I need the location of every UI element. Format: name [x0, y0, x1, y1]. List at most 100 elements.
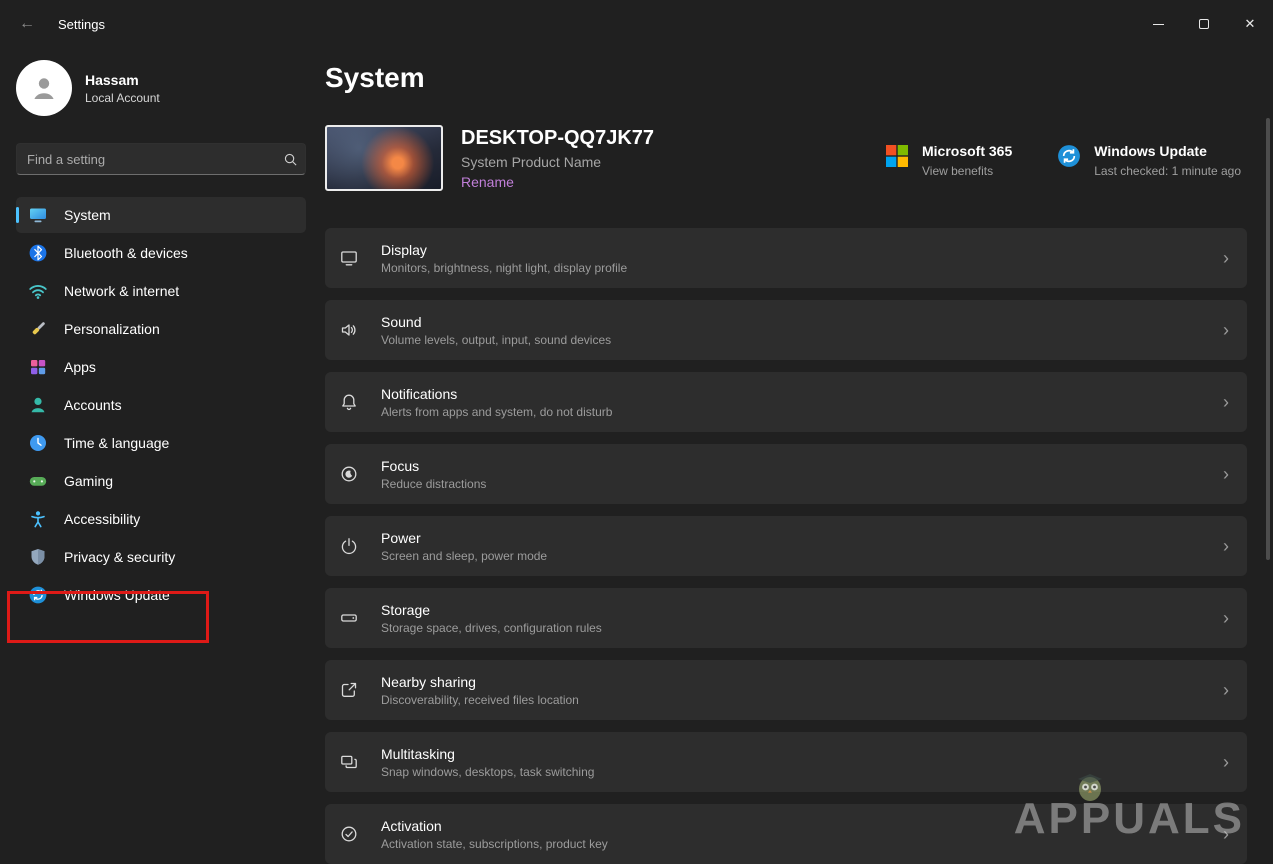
sidebar-item-time-language[interactable]: Time & language — [16, 425, 306, 461]
close-icon: ✕ — [1244, 16, 1256, 31]
back-button[interactable]: ← — [10, 9, 44, 39]
row-title: Sound — [381, 313, 422, 330]
settings-row-storage[interactable]: Storage Storage space, drives, configura… — [325, 588, 1247, 648]
window-title: Settings — [58, 16, 105, 32]
focus-icon — [339, 464, 375, 484]
sidebar-item-label: Bluetooth & devices — [64, 245, 188, 261]
row-subtitle: Volume levels, output, input, sound devi… — [381, 332, 612, 347]
gaming-icon — [28, 471, 48, 491]
sidebar-item-label: Accessibility — [64, 511, 141, 527]
sidebar-item-label: Time & language — [64, 435, 170, 451]
device-header: DESKTOP-QQ7JK77 System Product Name Rena… — [325, 124, 1247, 192]
settings-row-display[interactable]: Display Monitors, brightness, night ligh… — [325, 228, 1247, 288]
search-input[interactable] — [17, 151, 275, 167]
chevron-right-icon: › — [1223, 320, 1229, 340]
sidebar-item-bluetooth-devices[interactable]: Bluetooth & devices — [16, 235, 306, 271]
bluetooth-icon — [28, 243, 48, 263]
search-icon[interactable] — [275, 152, 305, 167]
window-controls: ✕ — [1135, 0, 1273, 48]
user-name: Hassam — [85, 71, 139, 88]
user-profile[interactable]: Hassam Local Account — [16, 60, 306, 116]
sound-icon — [339, 320, 375, 340]
row-subtitle: Reduce distractions — [381, 476, 487, 491]
minimize-button[interactable] — [1135, 0, 1181, 48]
storage-icon — [339, 608, 375, 628]
device-product-name: System Product Name — [461, 153, 602, 170]
watermark-text: APPUALS — [1013, 794, 1245, 843]
row-subtitle: Alerts from apps and system, do not dist… — [381, 404, 613, 419]
row-title: Power — [381, 529, 421, 546]
sidebar: Hassam Local Account Find a setting Syst… — [0, 48, 322, 864]
quick-link-title: Windows Update — [1094, 142, 1207, 159]
row-title: Display — [381, 241, 427, 258]
vertical-scrollbar[interactable] — [1266, 118, 1270, 560]
accessibility-icon — [28, 509, 48, 529]
row-subtitle: Storage space, drives, configuration rul… — [381, 620, 602, 635]
settings-row-sound[interactable]: Sound Volume levels, output, input, soun… — [325, 300, 1247, 360]
main-content: System DESKTOP-QQ7JK77 System Product Na… — [322, 48, 1273, 864]
sidebar-item-privacy-security[interactable]: Privacy & security — [16, 539, 306, 575]
row-title: Focus — [381, 457, 420, 474]
rename-link[interactable]: Rename — [461, 174, 654, 190]
accounts-icon — [28, 395, 48, 415]
chevron-right-icon: › — [1223, 680, 1229, 700]
owl-logo-icon — [1072, 770, 1108, 802]
close-button[interactable]: ✕ — [1227, 0, 1273, 48]
chevron-right-icon: › — [1223, 608, 1229, 628]
chevron-right-icon: › — [1223, 536, 1229, 556]
row-title: Multitasking — [381, 745, 455, 762]
sidebar-item-accessibility[interactable]: Accessibility — [16, 501, 306, 537]
quick-link-windows-update[interactable]: Windows Update Last checked: 1 minute ag… — [1056, 139, 1241, 178]
apps-icon — [28, 357, 48, 377]
page-title: System — [325, 62, 425, 93]
personalization-icon — [28, 319, 48, 339]
row-subtitle: Monitors, brightness, night light, displ… — [381, 260, 628, 275]
time-language-icon — [28, 433, 48, 453]
sidebar-item-label: Windows Update — [64, 587, 170, 603]
maximize-icon — [1199, 19, 1209, 29]
sidebar-item-gaming[interactable]: Gaming — [16, 463, 306, 499]
user-account-type: Local Account — [85, 90, 160, 105]
settings-row-power[interactable]: Power Screen and sleep, power mode › — [325, 516, 1247, 576]
sidebar-item-label: Personalization — [64, 321, 160, 337]
quick-link-subtitle: Last checked: 1 minute ago — [1094, 163, 1241, 178]
sidebar-item-label: Accounts — [64, 397, 122, 413]
sidebar-item-label: System — [64, 207, 111, 223]
multitasking-icon — [339, 752, 375, 772]
shield-icon — [28, 547, 48, 567]
settings-row-nearby-sharing[interactable]: Nearby sharing Discoverability, received… — [325, 660, 1247, 720]
windows-update-icon — [28, 585, 48, 605]
device-thumbnail — [325, 125, 443, 191]
chevron-right-icon: › — [1223, 392, 1229, 412]
display-icon — [339, 248, 375, 268]
sidebar-item-personalization[interactable]: Personalization — [16, 311, 306, 347]
sidebar-item-apps[interactable]: Apps — [16, 349, 306, 385]
bell-icon — [339, 392, 375, 412]
share-icon — [339, 680, 375, 700]
row-subtitle: Screen and sleep, power mode — [381, 548, 548, 563]
quick-link-title: Microsoft 365 — [921, 142, 1013, 159]
quick-link-subtitle[interactable]: View benefits — [922, 164, 1012, 178]
microsoft-365-icon — [884, 143, 910, 169]
chevron-right-icon: › — [1223, 464, 1229, 484]
chevron-right-icon: › — [1223, 248, 1229, 268]
sidebar-item-label: Gaming — [64, 473, 114, 489]
quick-link-microsoft-365[interactable]: Microsoft 365 View benefits — [884, 139, 1012, 178]
sidebar-item-label: Network & internet — [64, 283, 180, 299]
settings-row-notifications[interactable]: Notifications Alerts from apps and syste… — [325, 372, 1247, 432]
sidebar-item-system[interactable]: System — [16, 197, 306, 233]
settings-list: Display Monitors, brightness, night ligh… — [325, 228, 1247, 864]
settings-row-multitasking[interactable]: Multitasking Snap windows, desktops, tas… — [325, 732, 1247, 792]
settings-window: ← Settings ✕ Hassam Local Account Find a… — [0, 0, 1273, 864]
maximize-button[interactable] — [1181, 0, 1227, 48]
sidebar-item-network-internet[interactable]: Network & internet — [16, 273, 306, 309]
sidebar-item-windows-update[interactable]: Windows Update — [16, 577, 306, 613]
search-box — [16, 143, 306, 175]
person-icon — [34, 78, 54, 99]
sidebar-item-accounts[interactable]: Accounts — [16, 387, 306, 423]
avatar — [16, 60, 72, 116]
settings-row-focus[interactable]: Focus Reduce distractions › — [325, 444, 1247, 504]
quick-links: Microsoft 365 View benefits Windows Upda… — [884, 139, 1247, 178]
device-name: DESKTOP-QQ7JK77 — [461, 126, 655, 149]
power-icon — [339, 536, 375, 556]
